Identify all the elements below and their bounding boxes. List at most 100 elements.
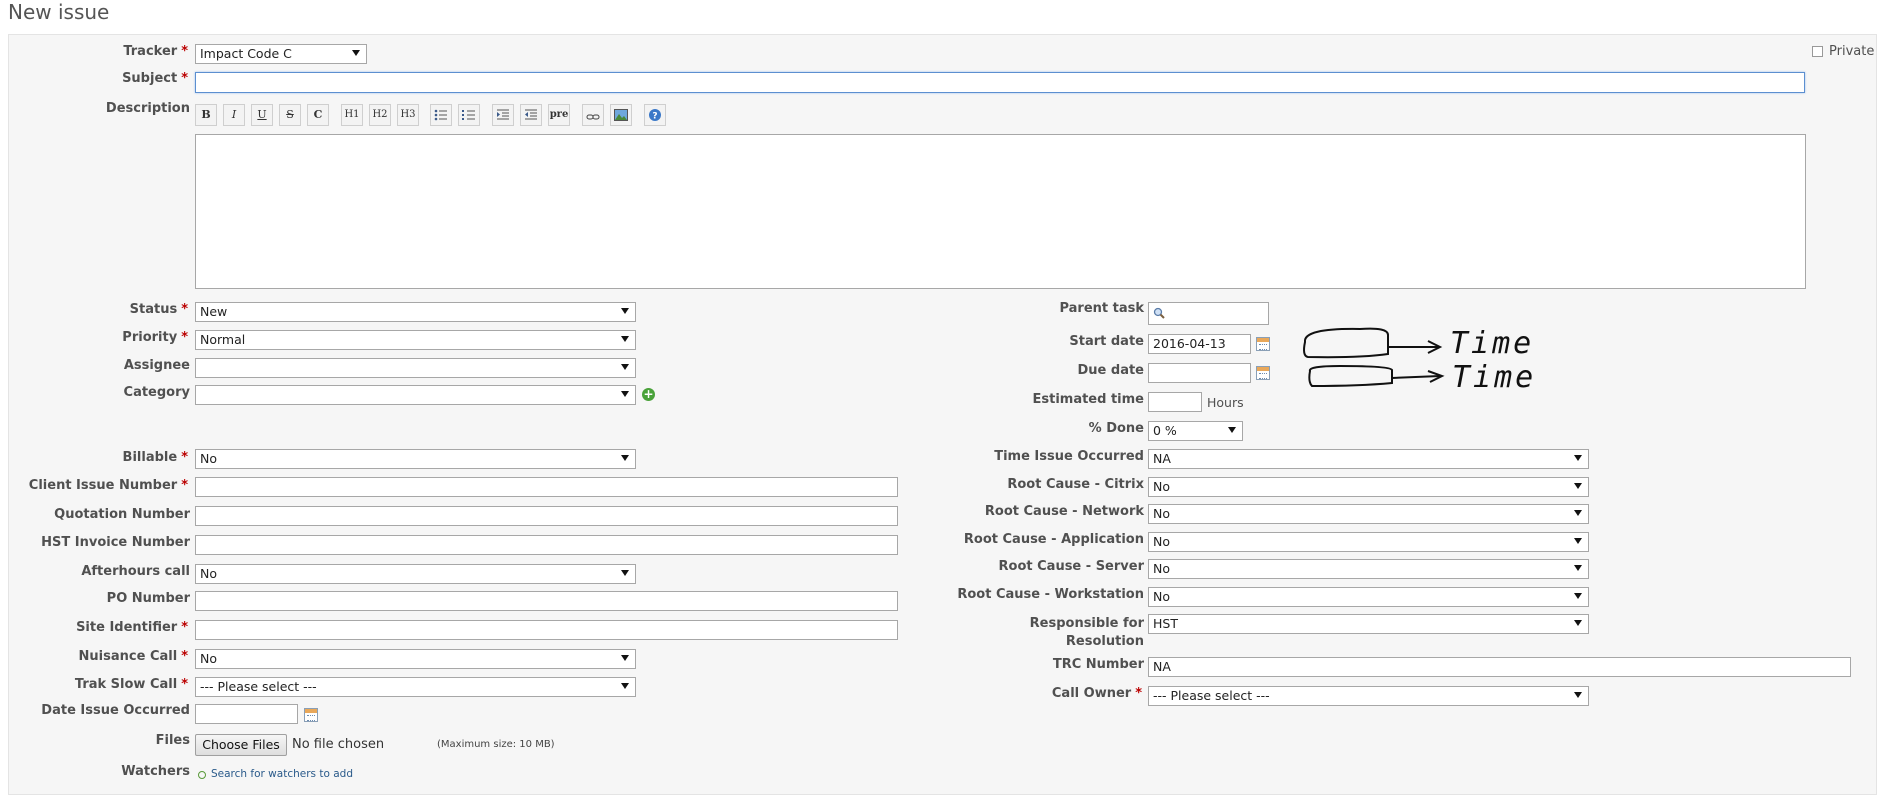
subject-input[interactable] [195,72,1805,93]
afterhours-call-select[interactable]: No [195,564,636,584]
help-button[interactable]: ? [644,104,666,126]
chevron-down-icon [1574,593,1582,599]
start-date-label: Start date [1069,334,1144,349]
subject-label: Subject * [122,71,188,86]
h2-button[interactable]: H2 [369,104,391,126]
root-cause-workstation-select[interactable]: No [1148,587,1589,607]
max-size-note: (Maximum size: 10 MB) [437,739,555,750]
root-cause-server-select[interactable]: No [1148,559,1589,579]
underline-button[interactable]: U [251,104,273,126]
ordered-list-icon [462,110,475,120]
image-button[interactable] [610,104,632,126]
parent-task-input[interactable] [1148,302,1269,325]
trc-number-input[interactable]: NA [1148,657,1851,677]
ol-button[interactable] [458,104,480,126]
root-cause-citrix-select[interactable]: No [1148,477,1589,497]
italic-button[interactable]: I [223,104,245,126]
pre-button[interactable]: pre [548,104,570,126]
h3-button[interactable]: H3 [397,104,419,126]
nuisance-call-label: Nuisance Call * [78,649,188,664]
root-cause-application-label: Root Cause - Application [963,532,1144,547]
calendar-icon[interactable] [304,708,318,722]
done-select[interactable]: 0 % [1148,421,1243,441]
watchers-add-icon [198,771,206,779]
chevron-down-icon [621,455,629,461]
estimated-time-label: Estimated time [1032,392,1144,407]
outdent-button[interactable] [520,104,542,126]
status-select[interactable]: New [195,302,636,322]
chevron-down-icon [621,391,629,397]
calendar-icon[interactable] [1256,337,1270,351]
file-status: No file chosen [292,737,385,752]
chevron-down-icon [621,655,629,661]
root-cause-application-select[interactable]: No [1148,532,1589,552]
search-watchers-link[interactable]: Search for watchers to add [211,768,353,780]
link-icon [586,114,600,120]
link-button[interactable] [582,104,604,126]
due-time-note: Time [1452,360,1537,395]
chevron-down-icon [621,683,629,689]
root-cause-workstation-label: Root Cause - Workstation [957,587,1144,602]
calendar-icon[interactable] [1256,366,1270,380]
indent-button[interactable] [492,104,514,126]
site-identifier-input[interactable] [195,620,898,640]
root-cause-network-label: Root Cause - Network [984,504,1144,519]
chevron-down-icon [1228,427,1236,433]
root-cause-citrix-label: Root Cause - Citrix [1007,477,1144,492]
estimated-time-input[interactable] [1148,392,1202,412]
date-issue-occurred-label: Date Issue Occurred [41,703,190,718]
chevron-down-icon [1574,483,1582,489]
priority-label: Priority * [122,330,188,345]
bold-button[interactable]: B [195,104,217,126]
due-date-input[interactable] [1148,363,1251,383]
due-date-label: Due date [1077,363,1145,378]
chevron-down-icon [1574,455,1582,461]
code-button[interactable]: C [307,104,329,126]
assignee-select[interactable] [195,358,636,378]
call-owner-select[interactable]: --- Please select --- [1148,686,1589,706]
h1-button[interactable]: H1 [341,104,363,126]
hst-invoice-number-input[interactable] [195,535,898,555]
date-issue-occurred-input[interactable] [195,704,298,724]
indent-icon [497,109,509,120]
ul-button[interactable] [430,104,452,126]
billable-select[interactable]: No [195,449,636,469]
strike-button[interactable]: S [279,104,301,126]
quotation-number-input[interactable] [195,506,898,526]
quotation-number-label: Quotation Number [54,507,190,522]
start-time-note: Time [1450,326,1535,361]
chevron-down-icon [1574,565,1582,571]
page-title: New issue [8,0,110,24]
description-textarea[interactable] [195,134,1806,289]
po-number-input[interactable] [195,591,898,611]
start-date-input[interactable]: 2016-04-13 [1148,334,1251,354]
tracker-select[interactable]: Impact Code C [195,44,367,64]
billable-label: Billable * [122,450,188,465]
trak-slow-call-select[interactable]: --- Please select --- [195,677,636,697]
chevron-down-icon [621,364,629,370]
client-issue-number-input[interactable] [195,477,898,497]
priority-select[interactable]: Normal [195,330,636,350]
choose-files-button[interactable]: Choose Files [195,734,287,756]
time-issue-occurred-select[interactable]: NA [1148,449,1589,469]
responsible-label-line1: Responsible for [1029,616,1144,631]
afterhours-call-label: Afterhours call [81,564,190,579]
hours-unit: Hours [1207,395,1244,410]
client-issue-number-label: Client Issue Number * [28,478,188,493]
chevron-down-icon [352,50,360,56]
trak-slow-call-label: Trak Slow Call * [74,677,188,692]
chevron-down-icon [1574,692,1582,698]
responsible-for-resolution-label: Responsible for Resolution [1030,615,1144,651]
responsible-for-resolution-select[interactable]: HST [1148,614,1589,634]
add-category-icon[interactable]: + [642,388,655,401]
status-label: Status * [129,302,188,317]
root-cause-network-select[interactable]: No [1148,504,1589,524]
hst-invoice-number-label: HST Invoice Number [41,535,190,550]
site-identifier-label: Site Identifier * [76,620,188,635]
image-icon [614,109,628,121]
category-select[interactable] [195,385,636,405]
private-checkbox[interactable] [1812,46,1823,57]
nuisance-call-select[interactable]: No [195,649,636,669]
parent-task-label: Parent task [1059,301,1144,316]
chevron-down-icon [1574,538,1582,544]
